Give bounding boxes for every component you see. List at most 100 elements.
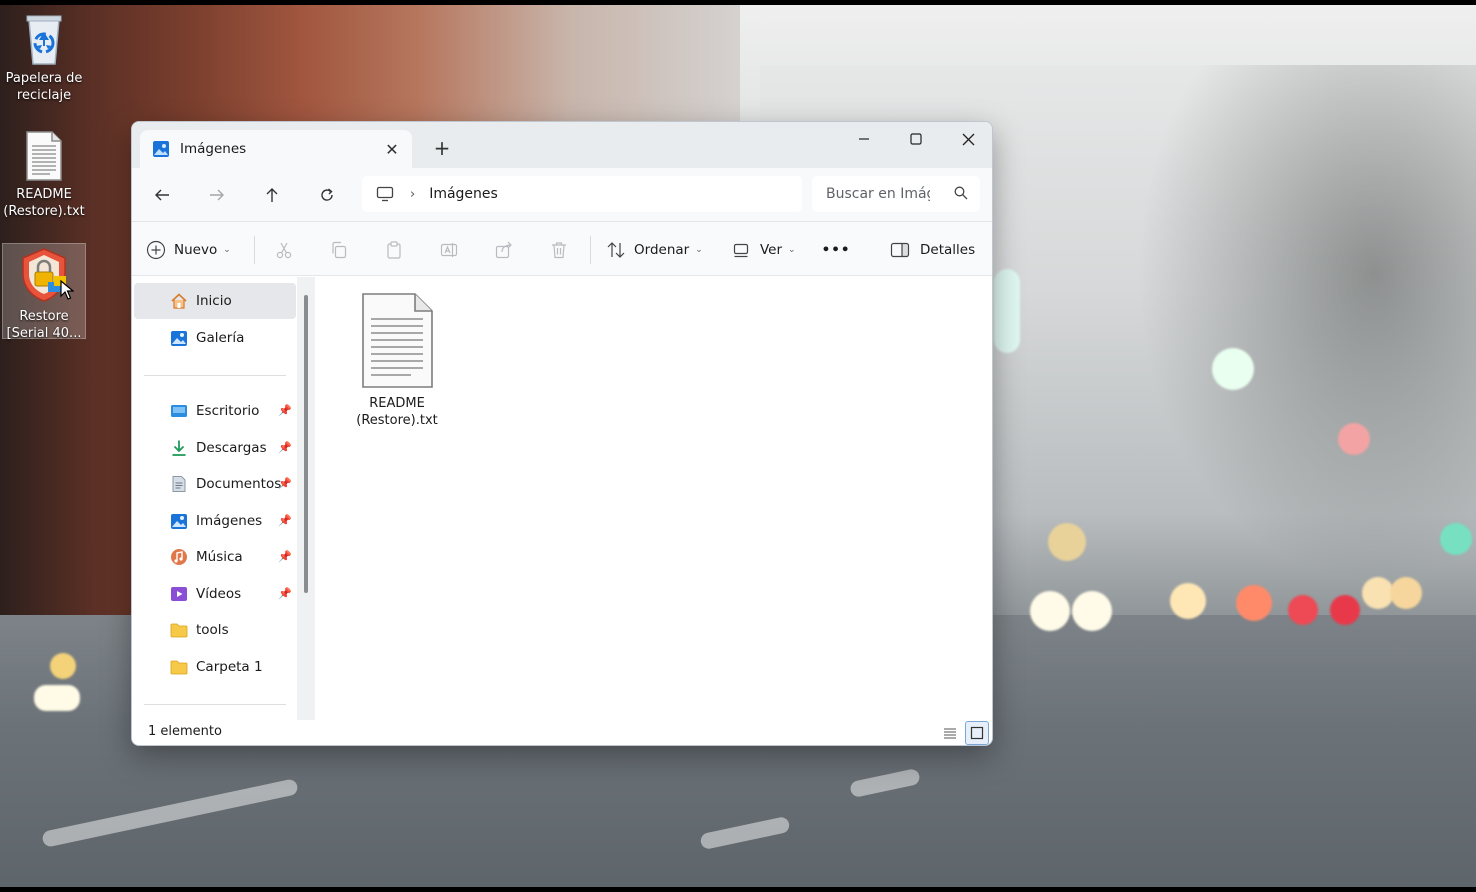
desktop-icon-label: Papelera de <box>5 71 83 86</box>
forward-button[interactable] <box>202 181 232 209</box>
back-button[interactable] <box>147 181 177 209</box>
cut-button[interactable] <box>268 234 300 266</box>
share-button[interactable] <box>488 234 520 266</box>
sidebar-divider <box>144 375 286 376</box>
desktop-folder-icon <box>171 405 187 417</box>
chevron-down-icon: ⌄ <box>788 245 796 255</box>
search-input[interactable]: Buscar en Imágenes <box>812 176 980 212</box>
new-tab-button[interactable]: + <box>428 134 456 162</box>
large-icons-view-toggle[interactable] <box>965 721 989 745</box>
rename-button[interactable] <box>433 234 465 266</box>
download-icon <box>172 440 186 456</box>
file-item-label: README <box>369 396 425 411</box>
breadcrumb-item-imagenes[interactable]: Imágenes <box>429 186 498 202</box>
sidebar-item-imagenes[interactable]: Imágenes 📌 <box>134 503 296 539</box>
delete-button[interactable] <box>543 234 575 266</box>
minimize-icon <box>859 138 869 140</box>
sidebar-item-label: Carpeta 1 <box>196 659 263 675</box>
sort-button-label: Ordenar <box>634 242 690 258</box>
sidebar-item-carpeta-1[interactable]: Carpeta 1 <box>134 649 296 685</box>
rename-icon <box>440 243 458 257</box>
gallery-icon <box>171 331 187 346</box>
bokeh-light <box>1338 423 1370 455</box>
bokeh-light <box>1288 595 1318 625</box>
text-file-icon <box>26 131 62 181</box>
sidebar-item-label: tools <box>196 622 229 638</box>
pin-icon: 📌 <box>278 550 292 563</box>
desktop-icon-recycle-bin[interactable]: Papelera de reciclaje <box>2 10 86 104</box>
mouse-cursor-icon <box>60 280 74 300</box>
sidebar-item-label: Inicio <box>196 293 232 309</box>
sidebar-item-label: Imágenes <box>196 513 263 529</box>
file-explorer-window: Imágenes ✕ + › Imágenes Buscar en Imá Nu… <box>131 121 993 746</box>
search-placeholder: Buscar en Imágenes <box>826 186 930 202</box>
copy-button[interactable] <box>323 234 355 266</box>
recycle-bin-icon <box>26 15 62 65</box>
refresh-button[interactable] <box>312 181 342 209</box>
breadcrumb[interactable]: › Imágenes <box>362 176 802 212</box>
close-tab-button[interactable]: ✕ <box>378 135 406 163</box>
sidebar-item-label: Vídeos <box>196 586 242 602</box>
pin-icon: 📌 <box>278 441 292 454</box>
minimize-button[interactable] <box>838 122 890 156</box>
file-list-area: README (Restore).txt <box>315 277 992 719</box>
sidebar-item-descargas[interactable]: Descargas 📌 <box>134 430 296 466</box>
sidebar-item-label: Documentos <box>196 476 282 492</box>
bokeh-light <box>1236 585 1272 621</box>
scissors-icon <box>276 242 292 259</box>
desktop-icon-label: reciclaje <box>16 88 72 103</box>
desktop-icon-label: Restore <box>19 309 69 324</box>
pin-icon: 📌 <box>278 477 292 490</box>
home-icon <box>171 293 187 309</box>
pictures-icon <box>171 514 187 529</box>
desktop-icon-label: [Serial 40... <box>6 326 82 341</box>
copy-icon <box>332 241 347 259</box>
sidebar-item-musica[interactable]: Música 📌 <box>134 539 296 575</box>
details-pane-button[interactable]: Detalles <box>890 234 975 266</box>
bokeh-light <box>1072 591 1112 631</box>
file-item-label: (Restore).txt <box>356 413 438 428</box>
refresh-icon <box>321 188 333 201</box>
bokeh-light <box>1212 348 1254 390</box>
sidebar-divider <box>144 704 286 705</box>
share-icon <box>495 241 512 259</box>
view-button[interactable]: Ver ⌄ <box>732 234 796 266</box>
pictures-icon <box>153 141 169 157</box>
address-bar: › Imágenes Buscar en Imágenes <box>132 168 992 222</box>
sidebar-item-videos[interactable]: Vídeos 📌 <box>134 576 296 612</box>
pin-icon: 📌 <box>278 514 292 527</box>
bokeh-light <box>50 653 76 679</box>
desktop-icon-readme[interactable]: README (Restore).txt <box>2 130 86 220</box>
sidebar-item-documentos[interactable]: Documentos 📌 <box>134 466 296 502</box>
details-pane-label: Detalles <box>920 242 976 258</box>
bokeh-light <box>1170 583 1206 619</box>
trash-icon <box>552 242 566 259</box>
details-view-toggle[interactable] <box>938 721 962 745</box>
plus-circle-icon <box>146 240 166 260</box>
bokeh-light <box>1330 595 1360 625</box>
sort-icon <box>607 242 625 258</box>
bokeh-light <box>1030 591 1070 631</box>
sidebar-item-galeria[interactable]: Galería <box>134 320 296 356</box>
new-button[interactable]: Nuevo ⌄ <box>146 234 231 266</box>
sidebar-scrollbar-thumb[interactable] <box>304 295 308 593</box>
tab-title: Imágenes <box>180 141 247 157</box>
sidebar-item-inicio[interactable]: Inicio <box>134 283 296 319</box>
sidebar-item-tools[interactable]: tools <box>134 612 296 648</box>
arrow-right-icon <box>210 189 224 201</box>
music-icon <box>171 549 187 565</box>
paste-button[interactable] <box>378 234 410 266</box>
up-button[interactable] <box>257 181 287 209</box>
chevron-down-icon: ⌄ <box>223 245 231 255</box>
sort-button[interactable]: Ordenar ⌄ <box>606 234 703 266</box>
close-window-button[interactable] <box>942 122 992 156</box>
status-bar: 1 elemento <box>132 720 992 745</box>
sidebar-item-escritorio[interactable]: Escritorio 📌 <box>134 393 296 429</box>
file-item-readme[interactable]: README (Restore).txt <box>355 291 439 429</box>
more-options-button[interactable]: ••• <box>822 234 850 266</box>
arrow-up-icon <box>266 188 278 202</box>
bokeh-light <box>1390 577 1422 609</box>
item-count: 1 elemento <box>148 724 222 739</box>
maximize-button[interactable] <box>890 122 942 156</box>
tab-imagenes[interactable]: Imágenes ✕ <box>140 130 412 168</box>
